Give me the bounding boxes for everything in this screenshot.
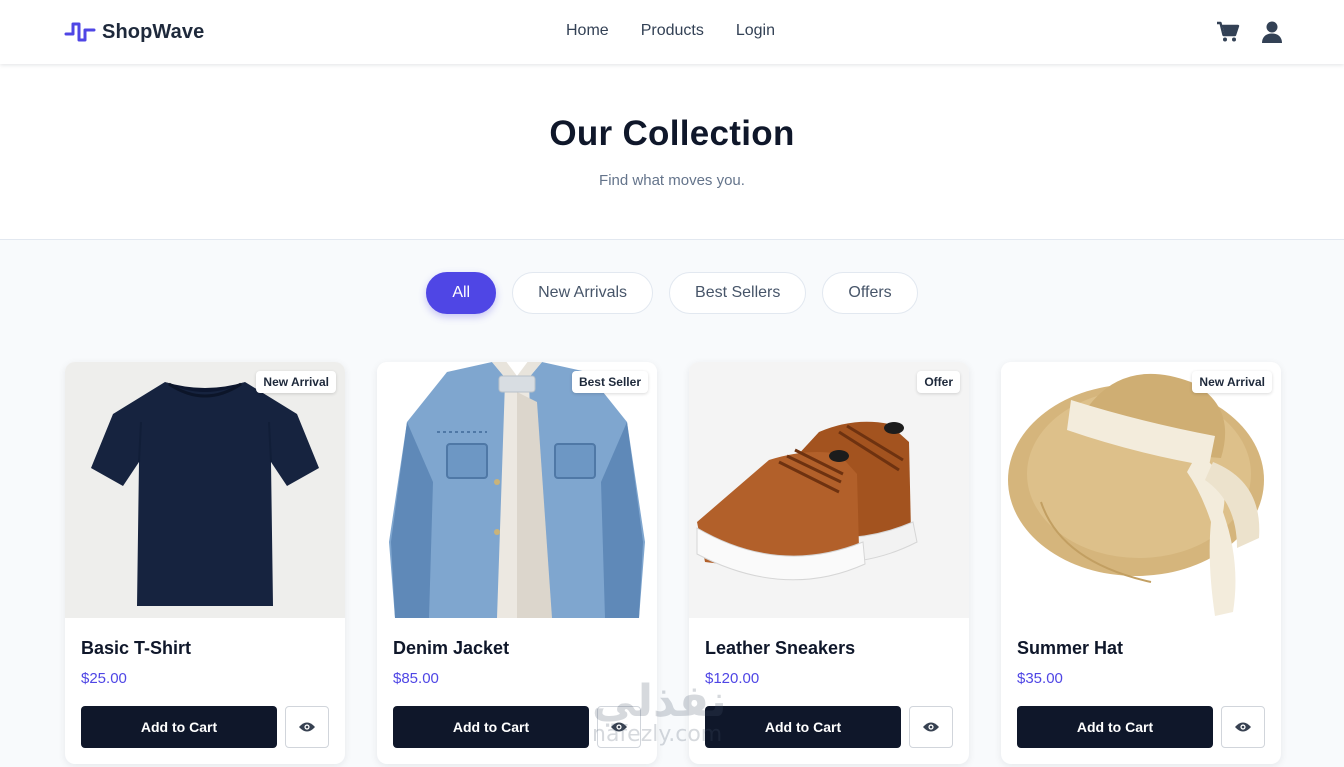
product-price: $85.00 xyxy=(393,670,439,687)
quick-view-button[interactable] xyxy=(285,706,329,748)
brand-logo[interactable]: ShopWave xyxy=(64,20,204,44)
user-icon[interactable] xyxy=(1260,20,1284,44)
product-grid: New Arrival Basic T-Shirt $25.00 Add to … xyxy=(65,362,1281,764)
quick-view-button[interactable] xyxy=(1221,706,1265,748)
product-badge: Offer xyxy=(917,371,960,393)
add-to-cart-button[interactable]: Add to Cart xyxy=(705,706,901,748)
product-price: $120.00 xyxy=(705,670,760,687)
brand-name: ShopWave xyxy=(102,20,205,43)
product-title: Leather Sneakers xyxy=(705,638,856,658)
product-image[interactable]: New Arrival xyxy=(65,362,345,618)
filter-all-button[interactable]: All xyxy=(426,272,497,314)
add-to-cart-button[interactable]: Add to Cart xyxy=(393,706,589,748)
page-subtitle: Find what moves you. xyxy=(599,172,745,189)
nav-products-link[interactable]: Products xyxy=(641,22,704,40)
cart-icon[interactable] xyxy=(1216,20,1240,44)
product-badge: Best Seller xyxy=(571,371,648,393)
nav-login-link[interactable]: Login xyxy=(736,22,775,40)
product-image[interactable]: New Arrival xyxy=(1001,362,1281,618)
product-price: $25.00 xyxy=(81,670,127,687)
product-title: Denim Jacket xyxy=(393,638,510,658)
add-to-cart-button[interactable]: Add to Cart xyxy=(1017,706,1213,748)
product-image[interactable]: Offer xyxy=(689,362,969,618)
add-to-cart-button[interactable]: Add to Cart xyxy=(81,706,277,748)
filter-offers-button[interactable]: Offers xyxy=(822,272,918,314)
product-title: Basic T-Shirt xyxy=(81,638,192,658)
nav-home-link[interactable]: Home xyxy=(566,22,609,40)
filter-new-arrivals-button[interactable]: New Arrivals xyxy=(512,272,654,314)
wave-logo-icon xyxy=(64,22,96,42)
product-badge: New Arrival xyxy=(256,371,336,393)
quick-view-button[interactable] xyxy=(909,706,953,748)
eye-icon xyxy=(1235,722,1251,732)
header-actions xyxy=(1216,20,1284,44)
filter-bar: All New Arrivals Best Sellers Offers xyxy=(0,272,1344,314)
product-image[interactable]: Best Seller xyxy=(377,362,657,618)
hero-section: Our Collection Find what moves you. xyxy=(0,64,1344,240)
product-card: Best Seller Denim Jacket $85.00 Add to C… xyxy=(377,362,657,764)
quick-view-button[interactable] xyxy=(597,706,641,748)
main-nav: Home Products Login xyxy=(566,22,775,40)
product-price: $35.00 xyxy=(1017,670,1063,687)
filter-best-sellers-button[interactable]: Best Sellers xyxy=(669,272,807,314)
top-navbar: ShopWave Home Products Login xyxy=(0,0,1344,64)
eye-icon xyxy=(299,722,315,732)
product-card: New Arrival Basic T-Shirt $25.00 Add to … xyxy=(65,362,345,764)
product-card: New Arrival Summer Hat $35.00 Add to Car… xyxy=(1001,362,1281,764)
eye-icon xyxy=(611,722,627,732)
eye-icon xyxy=(923,722,939,732)
product-card: Offer Leather Sneakers $120.00 Add to Ca… xyxy=(689,362,969,764)
page-title: Our Collection xyxy=(549,114,795,153)
product-title: Summer Hat xyxy=(1017,638,1124,658)
product-badge: New Arrival xyxy=(1192,371,1272,393)
